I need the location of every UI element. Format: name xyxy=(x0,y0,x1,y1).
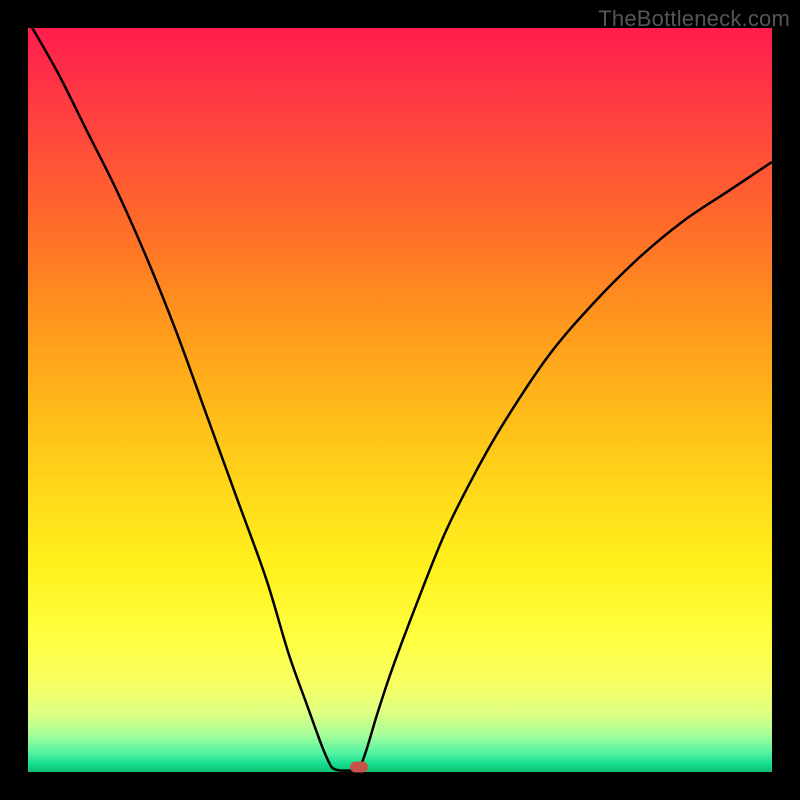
watermark-text: TheBottleneck.com xyxy=(598,6,790,32)
left-branch-path xyxy=(28,21,359,771)
bottleneck-curve xyxy=(28,28,772,772)
chart-frame: TheBottleneck.com xyxy=(0,0,800,800)
min-point-marker xyxy=(350,761,368,772)
plot-area xyxy=(28,28,772,772)
right-branch-path xyxy=(359,162,772,771)
